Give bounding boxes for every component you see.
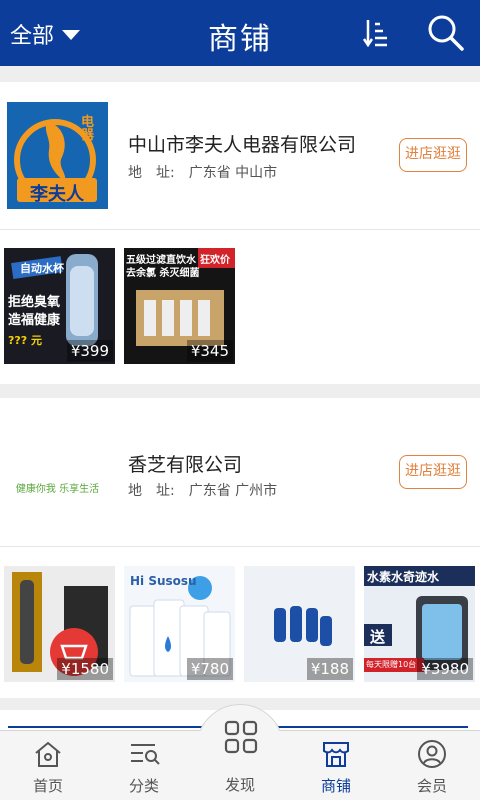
product-thumbnail[interactable]: ¥1580	[4, 566, 115, 682]
address-label: 地 址:	[128, 165, 175, 181]
nav-item-home[interactable]: 首页	[0, 731, 96, 800]
page-title: 商铺	[208, 22, 272, 57]
search-button[interactable]	[425, 12, 467, 54]
product-banner-mid: 送	[370, 628, 386, 646]
product-thumbnail[interactable]: ¥188	[244, 566, 355, 682]
divider	[0, 546, 480, 547]
logo-side-text: 电器	[81, 115, 95, 143]
sort-icon	[362, 20, 387, 48]
product-thumbnail[interactable]: Hi Susosu ¥780	[124, 566, 235, 682]
product-banner-tag: 狂欢价	[200, 255, 230, 266]
shop-name[interactable]: 中山市李夫人电器有限公司	[128, 130, 356, 157]
divider	[0, 229, 480, 230]
shop-icon	[323, 742, 349, 767]
product-banner-top: 自动水杯	[20, 262, 64, 275]
top-bar: 全部 商铺	[0, 0, 480, 66]
nav-label-member: 会员	[416, 777, 447, 795]
product-price: ¥1580	[57, 658, 113, 680]
shop-card[interactable]: 电器 李夫人 中山市李夫人电器有限公司 地 址: 广东省 中山市 进店逛逛 自动…	[0, 82, 480, 384]
visit-store-button[interactable]: 进店逛逛	[399, 138, 467, 172]
category-icon	[131, 744, 160, 765]
address-value: 广东省 中山市	[188, 165, 278, 181]
product-price: ¥399	[66, 340, 113, 362]
nav-label-category: 分类	[128, 777, 159, 795]
visit-store-button[interactable]: 进店逛逛	[399, 455, 467, 489]
shop-address: 地 址: 广东省 广州市	[128, 480, 277, 500]
address-label: 地 址:	[128, 483, 175, 499]
logo-text: 健康你我 乐享生活	[15, 484, 100, 495]
nav-label-shop: 商铺	[320, 777, 351, 795]
product-banner-main: 拒绝臭氧 造福健康	[8, 295, 61, 328]
shop-card[interactable]: 健康你我 乐享生活 香芝有限公司 地 址: 广东省 广州市 进店逛逛 ¥1580	[0, 398, 480, 698]
nav-label-discover: 发现	[224, 776, 255, 794]
product-thumbnail[interactable]: 自动水杯 拒绝臭氧 造福健康 ??? 元 ¥399	[4, 248, 115, 364]
sort-button[interactable]	[362, 18, 390, 48]
home-icon	[35, 741, 61, 767]
shop-name[interactable]: 香芝有限公司	[128, 450, 242, 477]
product-banner-top: 五级过滤直饮水 去余氯 杀灭细菌	[126, 255, 200, 279]
user-icon	[418, 740, 446, 768]
product-price: ¥188	[306, 658, 353, 680]
product-banner-top: Hi Susosu	[130, 574, 197, 588]
grid-icon	[224, 720, 258, 754]
nav-label-home: 首页	[32, 777, 63, 795]
shop-logo: 健康你我 乐享生活	[7, 418, 108, 525]
product-banner-top: 水素水奇迹水	[367, 570, 440, 584]
product-thumbnail[interactable]: 水素水奇迹水 送 每天限赠10台 ¥3980	[364, 566, 475, 682]
nav-item-category[interactable]: 分类	[96, 731, 192, 800]
shop-logo: 电器 李夫人	[7, 102, 108, 209]
search-icon	[428, 15, 464, 51]
address-value: 广东省 广州市	[188, 483, 278, 499]
nav-item-shop[interactable]: 商铺	[288, 731, 384, 800]
app: 全部 商铺 电器 李夫人 中山市李夫人电器有限公司 地 址: 广东省 中山市 进…	[0, 0, 480, 800]
product-banner-sub: 每天限赠10台	[366, 660, 417, 669]
product-banner-sub: ??? 元	[8, 334, 42, 347]
logo-text: 李夫人	[30, 184, 84, 205]
product-thumbnail[interactable]: 五级过滤直饮水 去余氯 杀灭细菌 狂欢价 ¥345	[124, 248, 235, 364]
nav-item-member[interactable]: 会员	[384, 731, 480, 800]
product-price: ¥345	[186, 340, 233, 362]
product-price: ¥780	[186, 658, 233, 680]
product-price: ¥3980	[417, 658, 473, 680]
shop-address: 地 址: 广东省 中山市	[128, 162, 277, 182]
